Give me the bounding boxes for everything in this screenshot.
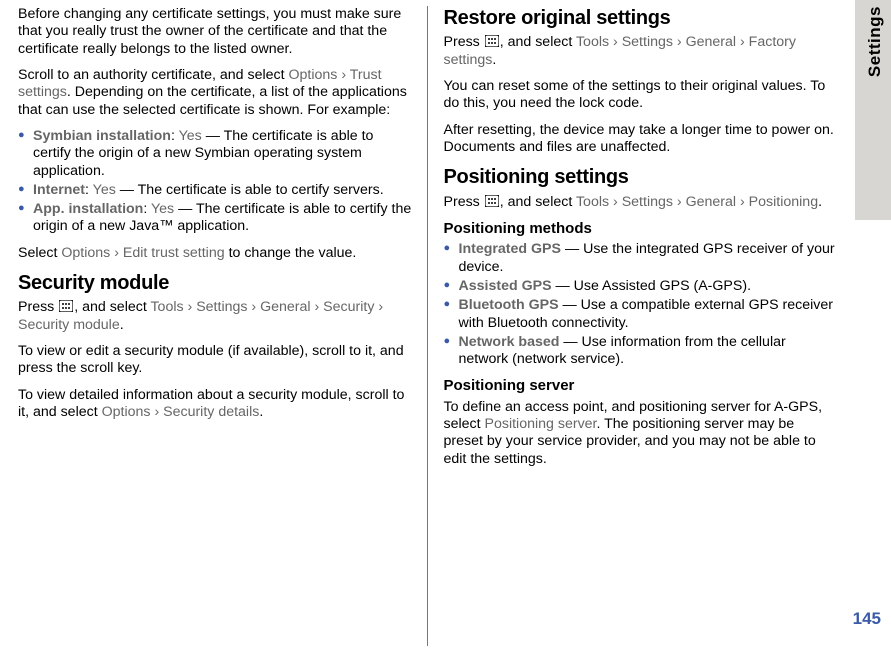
- list-item: Symbian installation: Yes — The certific…: [18, 128, 415, 180]
- bullet-key: Bluetooth GPS: [459, 297, 559, 313]
- menu-key-icon: [485, 35, 499, 47]
- text-fragment: . Depending on the certificate, a list o…: [18, 84, 407, 117]
- text-dot: .: [818, 194, 822, 210]
- text-fragment: , and select: [500, 194, 576, 210]
- security-module-path: Press , and select Tools › Settings › Ge…: [18, 299, 415, 334]
- list-item: Internet: Yes — The certificate is able …: [18, 182, 415, 199]
- arrow-icon: ›: [609, 34, 622, 50]
- positioning-label: Positioning: [749, 194, 818, 210]
- settings-label: Settings: [622, 34, 673, 50]
- reset-lockcode-text: You can reset some of the settings to th…: [444, 78, 838, 113]
- settings-label: Settings: [196, 299, 247, 315]
- tools-label: Tools: [150, 299, 183, 315]
- edit-trust-label: Edit trust setting: [123, 245, 225, 261]
- security-module-heading: Security module: [18, 271, 415, 295]
- list-item: App. installation: Yes — The certificate…: [18, 201, 415, 236]
- trust-settings-text: Scroll to an authority certificate, and …: [18, 67, 415, 119]
- list-item: Integrated GPS — Use the integrated GPS …: [444, 241, 838, 276]
- menu-key-icon: [59, 300, 73, 312]
- edit-trust-text: Select Options › Edit trust setting to c…: [18, 245, 415, 262]
- after-reset-text: After resetting, the device may take a l…: [444, 122, 838, 157]
- bullet-key: Integrated GPS: [459, 241, 562, 257]
- positioning-server-label: Positioning server: [485, 416, 597, 432]
- bullet-key: App. installation: [33, 201, 143, 217]
- arrow-icon: ›: [673, 34, 686, 50]
- arrow-icon: ›: [184, 299, 197, 315]
- arrow-icon: ›: [736, 34, 749, 50]
- list-item: Bluetooth GPS — Use a compatible externa…: [444, 297, 838, 332]
- bullet-key: Network based: [459, 334, 560, 350]
- text-fragment: , and select: [500, 34, 576, 50]
- text-dot: .: [259, 404, 263, 420]
- arrow-icon: ›: [247, 299, 260, 315]
- bullet-value: Yes: [151, 201, 174, 217]
- general-label: General: [260, 299, 310, 315]
- side-tab-label: Settings: [865, 6, 885, 77]
- arrow-icon: ›: [374, 299, 383, 315]
- text-fragment: Press: [444, 194, 484, 210]
- right-column: Restore original settings Press , and se…: [428, 6, 850, 646]
- trust-bullets: Symbian installation: Yes — The certific…: [18, 128, 415, 236]
- security-details-label: Security details: [163, 404, 259, 420]
- settings-label: Settings: [622, 194, 673, 210]
- list-item: Network based — Use information from the…: [444, 334, 838, 369]
- bullet-key: Internet: [33, 182, 85, 198]
- page-number: 145: [853, 609, 881, 629]
- bullet-key: Symbian installation: [33, 128, 171, 144]
- arrow-icon: ›: [337, 67, 349, 83]
- menu-key-icon: [485, 195, 499, 207]
- bullet-key: Assisted GPS: [459, 278, 552, 294]
- text-fragment: Select: [18, 245, 61, 261]
- positioning-path: Press , and select Tools › Settings › Ge…: [444, 194, 838, 211]
- security-module-label: Security module: [18, 317, 120, 333]
- page-content: Before changing any certificate settings…: [6, 6, 849, 646]
- arrow-icon: ›: [609, 194, 622, 210]
- general-label: General: [686, 34, 736, 50]
- bullet-rest: — Use Assisted GPS (A-GPS).: [552, 278, 751, 294]
- arrow-icon: ›: [110, 245, 123, 261]
- security-label: Security: [323, 299, 374, 315]
- tools-label: Tools: [576, 194, 609, 210]
- positioning-bullets: Integrated GPS — Use the integrated GPS …: [444, 241, 838, 368]
- restore-path: Press , and select Tools › Settings › Ge…: [444, 34, 838, 69]
- restore-heading: Restore original settings: [444, 6, 838, 30]
- text-fragment: Press: [444, 34, 484, 50]
- arrow-icon: ›: [673, 194, 686, 210]
- options-label: Options: [288, 67, 337, 83]
- security-details-text: To view detailed information about a sec…: [18, 387, 415, 422]
- positioning-heading: Positioning settings: [444, 165, 838, 189]
- text-fragment: to change the value.: [225, 245, 357, 261]
- text-fragment: Scroll to an authority certificate, and …: [18, 67, 288, 83]
- text-fragment: , and select: [74, 299, 150, 315]
- positioning-server-text: To define an access point, and positioni…: [444, 399, 838, 468]
- positioning-methods-subhead: Positioning methods: [444, 220, 838, 238]
- bullet-rest: — The certificate is able to certify ser…: [116, 182, 384, 198]
- options-label: Options: [102, 404, 151, 420]
- text-dot: .: [492, 52, 496, 68]
- arrow-icon: ›: [311, 299, 324, 315]
- text-dot: .: [120, 317, 124, 333]
- options-label: Options: [61, 245, 110, 261]
- text-fragment: Press: [18, 299, 58, 315]
- tools-label: Tools: [576, 34, 609, 50]
- general-label: General: [686, 194, 736, 210]
- bullet-value: Yes: [179, 128, 202, 144]
- list-item: Assisted GPS — Use Assisted GPS (A-GPS).: [444, 278, 838, 295]
- view-edit-secmod-text: To view or edit a security module (if av…: [18, 343, 415, 378]
- left-column: Before changing any certificate settings…: [6, 6, 428, 646]
- bullet-value: Yes: [93, 182, 116, 198]
- cert-warning-text: Before changing any certificate settings…: [18, 6, 415, 58]
- positioning-server-subhead: Positioning server: [444, 377, 838, 395]
- arrow-icon: ›: [151, 404, 164, 420]
- arrow-icon: ›: [736, 194, 749, 210]
